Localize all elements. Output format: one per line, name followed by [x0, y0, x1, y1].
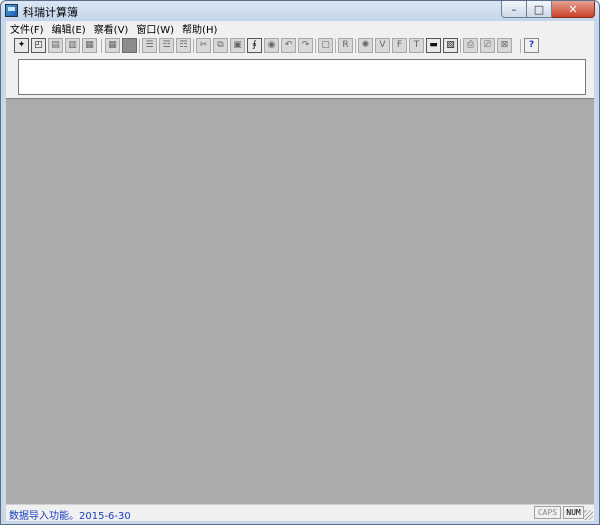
toolbar: ✦ ◰ ▤ ▥ ▦ ▦ ☰ ☲ ☶ ✂ ⧉ ▣ ∮ ◉ ↶ ↷ ▢ R ✺ V F T ▬ ▧ ⎙ ⎚ ⊠? [6, 36, 594, 57]
calc-icon[interactable]: ▢ [318, 38, 333, 53]
save-icon[interactable]: ▤ [48, 38, 63, 53]
maximize-button[interactable]: □ [527, 1, 552, 18]
export-icon[interactable]: ▦ [82, 38, 97, 53]
toolbar-separator [315, 39, 316, 53]
caption-buttons: – □ ✕ [501, 1, 595, 18]
align-right-icon[interactable]: ☶ [176, 38, 191, 53]
import-icon[interactable]: ▥ [65, 38, 80, 53]
title-bar[interactable]: 科瑞计算簿 – □ ✕ [1, 1, 599, 21]
document-workspace[interactable] [6, 98, 594, 504]
fill-icon[interactable] [122, 38, 137, 53]
caps-indicator: CAPS [534, 506, 561, 519]
align-left-icon[interactable]: ☰ [142, 38, 157, 53]
toolbar-separator [520, 39, 521, 53]
toolbar-separator [101, 39, 102, 53]
preview-icon[interactable]: ⎚ [480, 38, 495, 53]
menu-view[interactable]: 察看(V) [90, 21, 133, 36]
settings-icon[interactable]: ✺ [358, 38, 373, 53]
close-button[interactable]: ✕ [552, 1, 595, 18]
func-icon[interactable]: F [392, 38, 407, 53]
menu-help[interactable]: 帮助(H) [178, 21, 221, 36]
resize-grip[interactable] [583, 510, 593, 520]
menu-window[interactable]: 窗口(W) [132, 21, 178, 36]
cut-icon[interactable]: ✂ [196, 38, 211, 53]
window-title: 科瑞计算簿 [23, 6, 78, 19]
menu-edit[interactable]: 编辑(E) [48, 21, 90, 36]
status-message: 数据导入功能。2015-6-30 [9, 511, 131, 522]
new-doc-icon[interactable]: ✦ [14, 38, 29, 53]
align-center-icon[interactable]: ☲ [159, 38, 174, 53]
help-icon[interactable]: ? [524, 38, 539, 53]
toolbar-separator [193, 39, 194, 53]
formula-icon[interactable]: ∮ [247, 38, 262, 53]
app-window: 科瑞计算簿 – □ ✕ 文件(F) 编辑(E) 察看(V) 窗口(W) 帮助(H… [0, 0, 600, 525]
r-icon[interactable]: R [338, 38, 353, 53]
menu-file[interactable]: 文件(F) [6, 21, 48, 36]
menu-bar: 文件(F) 编辑(E) 察看(V) 窗口(W) 帮助(H) [6, 21, 594, 36]
paste-icon[interactable]: ▣ [230, 38, 245, 53]
minimize-button[interactable]: – [501, 1, 527, 18]
undo-icon[interactable]: ↶ [281, 38, 296, 53]
window-icon[interactable]: ▧ [443, 38, 458, 53]
print-icon[interactable]: ⎙ [463, 38, 478, 53]
toolbar-separator [460, 39, 461, 53]
close-doc-icon[interactable]: ⊠ [497, 38, 512, 53]
toolbar-separator [335, 39, 336, 53]
edit-panel [6, 57, 594, 98]
toolbar-separator [139, 39, 140, 53]
num-indicator: NUM [563, 506, 584, 519]
find-icon[interactable]: ◉ [264, 38, 279, 53]
copy-icon[interactable]: ⧉ [213, 38, 228, 53]
table-icon[interactable]: ▦ [105, 38, 120, 53]
var-icon[interactable]: V [375, 38, 390, 53]
app-icon[interactable] [5, 4, 18, 17]
dec-icon[interactable]: ▬ [426, 38, 441, 53]
toolbar-separator [355, 39, 356, 53]
text-icon[interactable]: T [409, 38, 424, 53]
status-bar: 数据导入功能。2015-6-30 CAPS NUM [6, 504, 594, 522]
open-doc-icon[interactable]: ◰ [31, 38, 46, 53]
redo-icon[interactable]: ↷ [298, 38, 313, 53]
expression-input[interactable] [18, 59, 586, 95]
